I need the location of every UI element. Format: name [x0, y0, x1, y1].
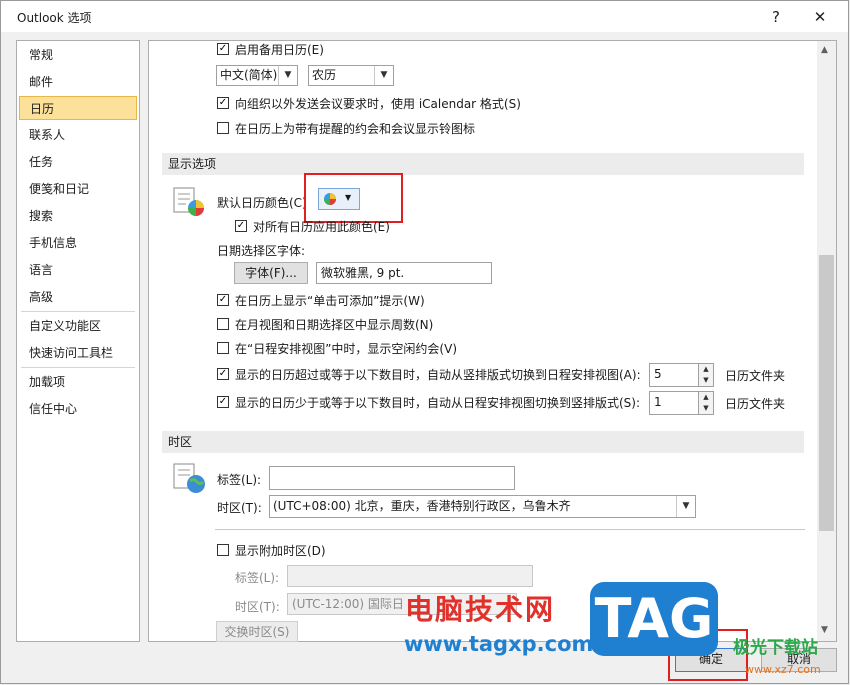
icalendar-checkbox[interactable]: ✓: [217, 97, 229, 109]
chevron-down-icon: ▼: [374, 66, 393, 85]
bell-icon-checkbox[interactable]: [217, 122, 229, 134]
nav-item-contacts[interactable]: 联系人: [19, 123, 137, 147]
folder-suffix-label: 日历文件夹: [725, 369, 786, 383]
nav-item-search[interactable]: 搜索: [19, 204, 137, 228]
tz2-label-input: [287, 565, 533, 587]
outlook-options-dialog: Outlook 选项 ? ✕ 常规 邮件 日历 联系人 任务 便笺和日记 搜索 …: [0, 0, 849, 684]
switch-to-vertical-checkbox[interactable]: ✓: [217, 396, 229, 408]
close-button[interactable]: ✕: [805, 5, 835, 29]
arrow-down-icon[interactable]: ▼: [699, 375, 713, 386]
nav-item-tasks[interactable]: 任务: [19, 150, 137, 174]
switch-to-vertical-spinner[interactable]: ▲ ▼: [698, 391, 714, 415]
switch-to-schedule-checkbox[interactable]: ✓: [217, 368, 229, 380]
time-zone-title: 时区: [168, 435, 193, 449]
nav-item-customize-ribbon[interactable]: 自定义功能区: [19, 314, 137, 338]
watermark-site: 极光下载站: [733, 638, 818, 658]
watermark-url: www.tagxp.com: [404, 632, 594, 656]
font-button[interactable]: 字体(F)...: [234, 262, 308, 284]
tz2-zone-label: 时区(T):: [235, 600, 280, 614]
date-font-label: 日期选择区字体:: [217, 244, 306, 258]
calendar-settings-icon: [173, 187, 204, 216]
alt-calendar-type-value: 农历: [312, 68, 337, 82]
globe-clock-icon: [173, 463, 205, 493]
nav-item-general[interactable]: 常规: [19, 43, 137, 67]
help-button[interactable]: ?: [761, 5, 791, 29]
arrow-up-icon[interactable]: ▲: [699, 364, 713, 375]
alt-calendar-language-value: 中文(简体): [220, 68, 278, 82]
show-additional-tz-label: 显示附加时区(D): [235, 544, 326, 558]
enable-alt-calendar-label: 启用备用日历(E): [235, 43, 324, 57]
show-additional-tz-checkbox[interactable]: [217, 544, 229, 556]
switch-to-schedule-spinner[interactable]: ▲ ▼: [698, 363, 714, 387]
title-bar: Outlook 选项 ? ✕: [1, 1, 848, 32]
switch-to-vertical-number[interactable]: 1: [649, 391, 699, 415]
apply-all-label: 对所有日历应用此颜色(E): [253, 220, 390, 234]
scrollbar-thumb[interactable]: [819, 255, 834, 531]
nav-item-addins[interactable]: 加载项: [19, 370, 137, 394]
font-value-field: 微软雅黑, 9 pt.: [316, 262, 492, 284]
click-to-add-label: 在日历上显示“单击可添加”提示(W): [235, 294, 425, 308]
settings-scrollbar[interactable]: ▲ ▼: [817, 41, 836, 641]
swap-timezones-button: 交换时区(S): [216, 621, 298, 642]
free-appointments-checkbox[interactable]: [217, 342, 229, 354]
enable-alt-calendar-checkbox[interactable]: ✓: [217, 43, 229, 55]
week-numbers-checkbox[interactable]: [217, 318, 229, 330]
display-options-title: 显示选项: [168, 157, 217, 171]
apply-all-checkbox[interactable]: ✓: [235, 220, 247, 232]
scroll-down-icon[interactable]: ▼: [821, 625, 828, 635]
display-options-header: 显示选项: [162, 153, 804, 175]
chevron-down-icon: ▼: [278, 66, 297, 85]
watermark-brand: 电脑技术网: [405, 593, 556, 626]
switch-to-schedule-label: 显示的日历超过或等于以下数目时，自动从竖排版式切换到日程安排视图(A):: [235, 368, 641, 382]
tz-zone-value: (UTC+08:00) 北京，重庆，香港特别行政区，乌鲁木齐: [273, 499, 571, 513]
tz-label-label: 标签(L):: [217, 473, 262, 487]
divider: [215, 529, 805, 530]
nav-item-quick-access[interactable]: 快速访问工具栏: [19, 341, 137, 365]
click-to-add-checkbox[interactable]: ✓: [217, 294, 229, 306]
bell-icon-label: 在日历上为带有提醒的约会和会议显示铃图标: [235, 122, 476, 136]
options-nav: 常规 邮件 日历 联系人 任务 便笺和日记 搜索 手机信息 语言 高级 自定义功…: [16, 40, 140, 642]
highlight-box: [304, 173, 403, 223]
default-color-label: 默认日历颜色(C): [217, 196, 307, 210]
time-zone-header: 时区: [162, 431, 804, 453]
switch-to-vertical-label: 显示的日历少于或等于以下数目时，自动从日程安排视图切换到竖排版式(S):: [235, 396, 641, 410]
alt-calendar-type-select[interactable]: 农历 ▼: [308, 65, 394, 86]
watermark-site-url: www.xz7.com: [745, 663, 821, 676]
week-numbers-label: 在月视图和日期选择区中显示周数(N): [235, 318, 434, 332]
nav-item-notes-journal[interactable]: 便笺和日记: [19, 177, 137, 201]
nav-item-language[interactable]: 语言: [19, 258, 137, 282]
free-appointments-label: 在“日程安排视图”中时，显示空闲约会(V): [235, 342, 458, 356]
folder-suffix-label: 日历文件夹: [725, 397, 786, 411]
watermark-tag-logo: TAG: [590, 582, 718, 656]
nav-divider: [21, 367, 135, 368]
nav-item-trust-center[interactable]: 信任中心: [19, 397, 137, 421]
nav-item-mobile[interactable]: 手机信息: [19, 231, 137, 255]
alt-calendar-language-select[interactable]: 中文(简体) ▼: [216, 65, 298, 86]
scroll-up-icon[interactable]: ▲: [821, 45, 828, 55]
tz-zone-label: 时区(T):: [217, 501, 262, 515]
tz-label-input[interactable]: [269, 466, 515, 490]
window-title: Outlook 选项: [17, 11, 92, 25]
chevron-down-icon: ▼: [676, 496, 695, 517]
nav-item-calendar[interactable]: 日历: [19, 96, 137, 120]
tz2-label-label: 标签(L):: [235, 571, 280, 585]
nav-divider: [21, 311, 135, 312]
tz-zone-select[interactable]: (UTC+08:00) 北京，重庆，香港特别行政区，乌鲁木齐 ▼: [269, 495, 696, 518]
nav-item-mail[interactable]: 邮件: [19, 70, 137, 94]
arrow-down-icon[interactable]: ▼: [699, 403, 713, 414]
icalendar-label: 向组织以外发送会议要求时，使用 iCalendar 格式(S): [235, 97, 521, 111]
nav-item-advanced[interactable]: 高级: [19, 285, 137, 309]
arrow-up-icon[interactable]: ▲: [699, 392, 713, 403]
switch-to-schedule-number[interactable]: 5: [649, 363, 699, 387]
